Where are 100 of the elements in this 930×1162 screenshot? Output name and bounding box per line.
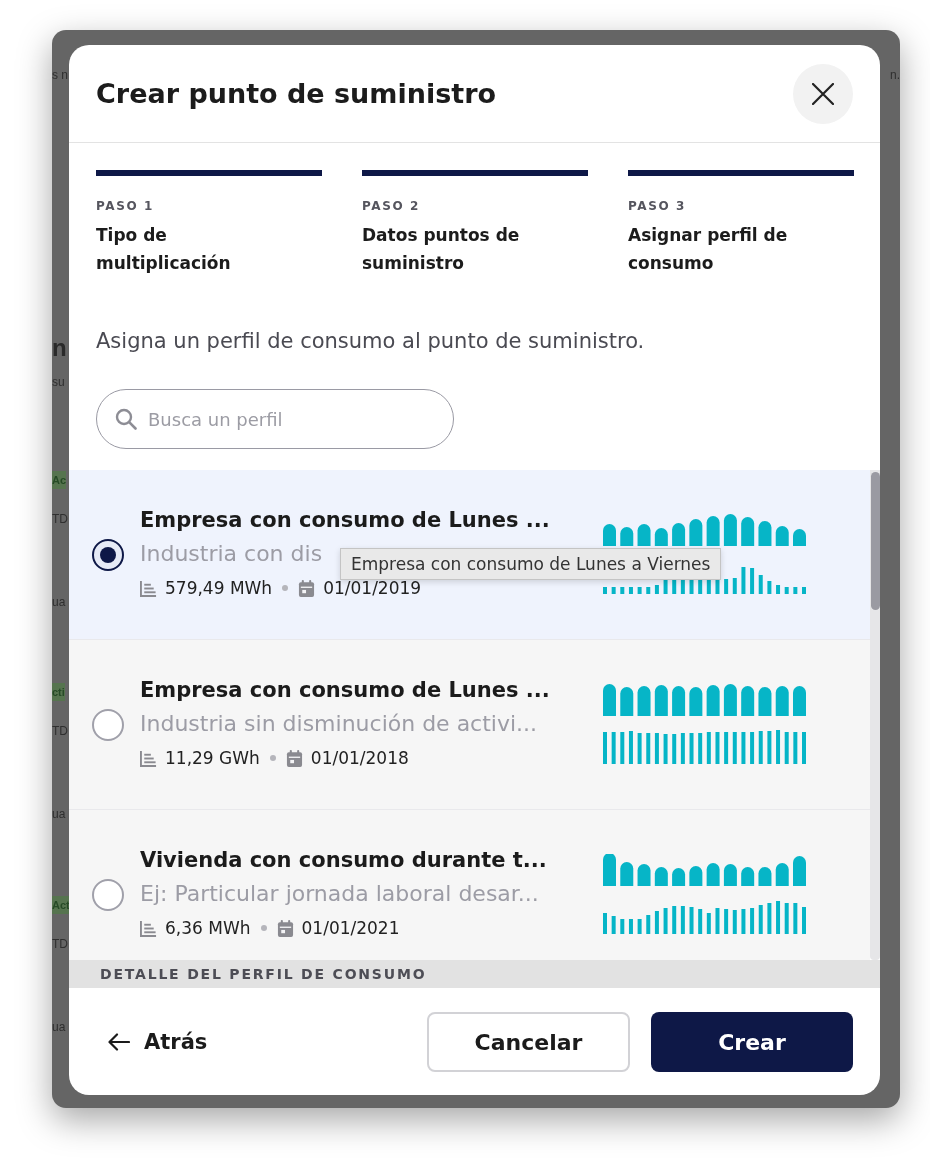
consumption-bar xyxy=(706,580,711,594)
consumption-bar xyxy=(706,863,720,886)
dialog-title: Crear punto de suministro xyxy=(96,78,497,109)
consumption-bar xyxy=(689,687,703,716)
step-label: PASO 3 xyxy=(628,198,686,214)
create-button[interactable]: Crear xyxy=(651,1012,853,1072)
consumption-bar xyxy=(793,587,798,594)
consumption-bar xyxy=(741,732,746,764)
consumption-bar xyxy=(689,907,694,934)
consumption-bar xyxy=(776,585,781,594)
consumption-bar xyxy=(689,866,703,886)
separator-dot-icon xyxy=(260,925,267,931)
energy-value: 11,29 GWh xyxy=(165,747,260,770)
consumption-bar xyxy=(724,732,729,764)
consumption-bar xyxy=(698,580,703,594)
consumption-bar xyxy=(741,517,755,546)
consumption-bar xyxy=(672,580,677,594)
background-heading: n xyxy=(52,334,67,362)
consumption-bar xyxy=(698,733,703,764)
consumption-bar xyxy=(793,686,806,716)
consumption-bar xyxy=(732,910,737,934)
consumption-bar xyxy=(802,907,806,934)
close-icon xyxy=(812,82,834,105)
consumption-bar xyxy=(776,901,781,934)
consumption-bar xyxy=(784,732,789,764)
profile-list-item[interactable]: Empresa con consumo de Lunes ... Industria sin disminución de activi... 11,29 GWh 01/01/2018 xyxy=(69,640,870,810)
radio-button[interactable] xyxy=(92,709,124,741)
profile-description: Industria sin disminución de activi... xyxy=(140,710,538,738)
separator-dot-icon xyxy=(282,585,289,591)
consumption-bar xyxy=(758,575,763,594)
radio-button[interactable] xyxy=(92,539,124,571)
consumption-bar xyxy=(611,587,616,594)
consumption-bar xyxy=(698,909,703,934)
consumption-bar xyxy=(758,905,763,934)
consumption-bar xyxy=(758,521,772,546)
consumption-bar xyxy=(758,867,772,886)
consumption-bar xyxy=(758,731,763,764)
consumption-bar xyxy=(654,685,668,716)
consumption-bar xyxy=(680,580,685,594)
step-label: PASO 1 xyxy=(96,198,154,214)
energy-value: 579,49 MWh xyxy=(165,577,273,600)
consumption-bar xyxy=(741,686,755,716)
consumption-bar xyxy=(689,733,694,764)
consumption-bar xyxy=(775,526,789,546)
calendar-icon xyxy=(298,579,316,597)
step-title: Asignar perfil de consumo xyxy=(628,224,789,275)
consumption-bar xyxy=(680,733,685,764)
consumption-bar xyxy=(775,863,789,886)
consumption-bar xyxy=(620,587,625,594)
consumption-bar xyxy=(706,685,720,716)
instruction-text: Asigna un perfil de consumo al punto de suministro. xyxy=(96,328,646,354)
calendar-icon xyxy=(276,919,294,937)
profile-list-item[interactable]: Vivienda con consumo durante t... Ej: Particular jornada laboral desar... 6,36 MWh 01/01/2021 xyxy=(69,810,870,960)
consumption-bar xyxy=(611,916,616,934)
step-label: PASO 2 xyxy=(362,198,420,214)
consumption-bar xyxy=(672,906,677,934)
profile-description: Industria con dis xyxy=(140,540,323,568)
consumption-bar xyxy=(723,684,737,716)
bar-chart-icon xyxy=(140,579,157,597)
consumption-bar xyxy=(654,911,659,934)
consumption-bar xyxy=(628,919,633,934)
consumption-bar xyxy=(750,908,755,934)
consumption-bar xyxy=(672,686,686,716)
consumption-bar xyxy=(715,732,720,764)
consumption-bar xyxy=(654,528,668,546)
consumption-bar xyxy=(793,903,798,934)
consumption-bar xyxy=(802,732,806,764)
consumption-bar xyxy=(732,732,737,764)
consumption-bar xyxy=(767,581,772,594)
consumption-bar xyxy=(646,587,651,594)
consumption-bar xyxy=(767,731,772,764)
consumption-bar xyxy=(723,514,737,546)
consumption-bar xyxy=(723,864,737,886)
consumption-bar xyxy=(793,529,806,546)
consumption-bar xyxy=(775,686,789,716)
calendar-icon xyxy=(285,749,303,767)
consumption-bar xyxy=(750,568,755,594)
consumption-bar xyxy=(663,580,668,594)
date-value: 01/01/2019 xyxy=(323,577,422,600)
consumption-bar xyxy=(793,856,806,886)
consumption-bar xyxy=(776,730,781,764)
back-button[interactable]: Atrás xyxy=(96,1012,220,1072)
consumption-bar xyxy=(689,519,703,546)
search-field[interactable]: Busca un perfil xyxy=(96,389,454,449)
scrollbar-thumb[interactable] xyxy=(870,472,880,610)
scrollbar-track[interactable] xyxy=(870,470,880,960)
consumption-bar xyxy=(706,732,711,764)
profile-title: Vivienda con consumo durante t... xyxy=(140,847,547,874)
consumption-bar xyxy=(706,516,720,546)
cancel-button[interactable]: Cancelar xyxy=(427,1012,630,1072)
consumption-bar xyxy=(603,684,616,716)
profile-list-item[interactable]: Empresa con consumo de Lunes ... Industria con dis 579,49 MWh 01/01/2019 Empresa con consumo de Lunes a Viernes xyxy=(69,470,870,640)
consumption-bar xyxy=(784,587,789,594)
profile-description: Ej: Particular jornada laboral desar... xyxy=(140,880,539,908)
consumption-bar xyxy=(637,587,642,594)
consumption-bar xyxy=(620,862,634,886)
consumption-bar xyxy=(637,524,651,546)
radio-button[interactable] xyxy=(92,879,124,911)
consumption-bar xyxy=(672,734,677,764)
consumption-bar xyxy=(620,732,625,764)
